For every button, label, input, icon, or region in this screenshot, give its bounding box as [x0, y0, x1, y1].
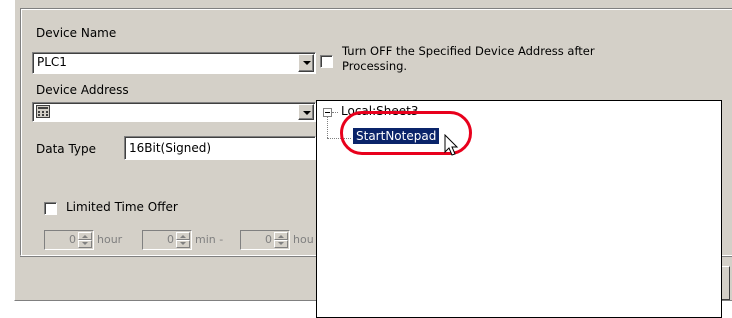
device-name-combo[interactable]: PLC1 — [32, 52, 316, 74]
min-spinner-value: 0 — [167, 233, 174, 246]
limited-time-offer-label: Limited Time Offer — [66, 200, 178, 214]
collapse-icon[interactable] — [323, 108, 332, 117]
min-spinner-down[interactable] — [176, 240, 190, 248]
device-address-combo[interactable] — [32, 102, 316, 122]
second-hour-spinner-value: 0 — [265, 233, 272, 246]
data-type-label: Data Type — [36, 142, 97, 156]
device-address-label: Device Address — [36, 83, 129, 97]
min-spinner[interactable]: 0 — [142, 230, 192, 250]
turn-off-label-line1: Turn OFF the Specified Device Address af… — [342, 44, 595, 58]
hour-spinner[interactable]: 0 — [44, 230, 94, 250]
second-hour-unit-label: hou — [293, 233, 314, 246]
tree-connector-vertical — [327, 117, 328, 138]
cursor-arrow-icon — [444, 133, 460, 158]
data-type-value: 16Bit(Signed) — [129, 141, 212, 155]
turn-off-label-line2: Processing. — [342, 59, 408, 73]
second-hour-spinner-down[interactable] — [274, 240, 288, 248]
min-unit-label: min - — [195, 233, 224, 246]
hour-spinner-up[interactable] — [78, 232, 92, 240]
second-hour-spinner[interactable]: 0 — [240, 230, 290, 250]
address-keypad-icon[interactable] — [36, 105, 50, 118]
second-hour-spinner-up[interactable] — [274, 232, 288, 240]
device-name-dropdown-button[interactable] — [298, 54, 314, 72]
hour-spinner-down[interactable] — [78, 240, 92, 248]
device-name-label: Device Name — [36, 26, 117, 40]
hour-unit-label: hour — [97, 233, 123, 246]
min-spinner-up[interactable] — [176, 232, 190, 240]
device-name-value: PLC1 — [37, 55, 67, 69]
hour-spinner-value: 0 — [69, 233, 76, 246]
tree-connector — [332, 112, 338, 113]
data-type-field[interactable]: 16Bit(Signed) — [124, 136, 316, 160]
limited-time-offer-checkbox[interactable] — [44, 202, 57, 215]
device-address-dropdown-button[interactable] — [298, 104, 314, 120]
turn-off-checkbox[interactable] — [320, 55, 333, 68]
